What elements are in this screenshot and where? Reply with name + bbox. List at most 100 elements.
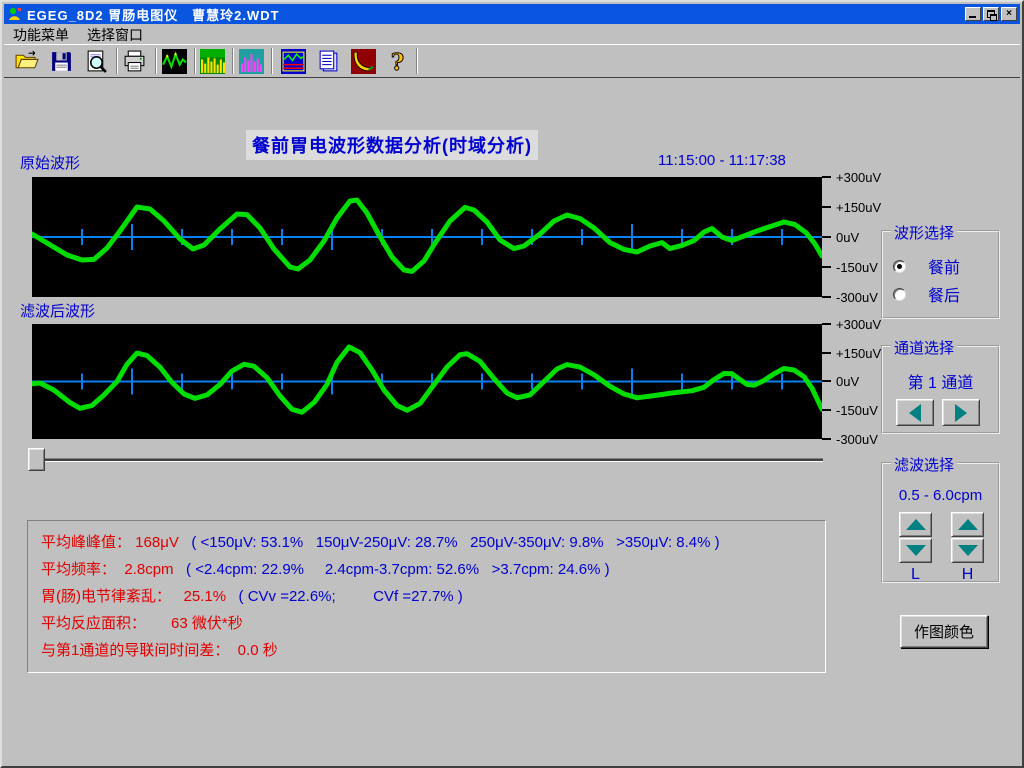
axis-label: -150uV bbox=[822, 260, 878, 274]
spectrum-icon bbox=[239, 49, 264, 74]
report-button[interactable] bbox=[316, 49, 341, 74]
arrow-down-icon bbox=[958, 545, 978, 556]
toolbar-separator bbox=[416, 48, 418, 74]
filtered-wave-panel bbox=[32, 324, 822, 439]
window-title: EGEG_8D2 胃肠电图仪 曹慧玲2.WDT bbox=[27, 5, 280, 24]
trend-table-button[interactable] bbox=[281, 49, 306, 74]
raw-wave-chart bbox=[32, 177, 822, 297]
pre-meal-radio[interactable] bbox=[893, 260, 906, 273]
menu-function[interactable]: 功能菜单 bbox=[4, 24, 78, 46]
filter-low-down-button[interactable] bbox=[899, 538, 932, 563]
axis-label: -150uV bbox=[822, 403, 878, 417]
radio-row-pre-meal[interactable]: 餐前 bbox=[893, 254, 960, 278]
time-scrollbar-track[interactable] bbox=[32, 458, 823, 462]
open-icon bbox=[14, 49, 39, 74]
print-preview-icon bbox=[84, 49, 109, 74]
color-tool-icon bbox=[351, 49, 376, 74]
trend-table-icon bbox=[281, 49, 306, 74]
print-preview-button[interactable] bbox=[84, 49, 109, 74]
toolbar-separator bbox=[155, 48, 157, 74]
axis-label: -300uV bbox=[822, 432, 878, 446]
close-button[interactable]: × bbox=[1001, 7, 1017, 21]
menu-select-window[interactable]: 选择窗口 bbox=[78, 24, 152, 46]
print-button[interactable] bbox=[122, 49, 147, 74]
axis-label: +300uV bbox=[822, 317, 881, 331]
axis-label: -300uV bbox=[822, 290, 878, 304]
open-button[interactable] bbox=[14, 49, 39, 74]
toolbar-separator bbox=[271, 48, 273, 74]
filter-low-up-button[interactable] bbox=[899, 512, 932, 537]
axis-tick bbox=[822, 206, 831, 208]
spectrogram-icon bbox=[200, 49, 225, 74]
restore-icon bbox=[987, 10, 995, 18]
axis-label: 0uV bbox=[822, 374, 859, 388]
wave-select-group: 波形选择 餐前 餐后 bbox=[881, 230, 1000, 319]
channel-select-group: 通道选择 第 1 通道 bbox=[881, 345, 1000, 434]
axis-tick bbox=[822, 323, 831, 325]
previous-channel-button[interactable] bbox=[896, 399, 934, 426]
toolbar-separator bbox=[232, 48, 234, 74]
app-window: EGEG_8D2 胃肠电图仪 曹慧玲2.WDT × 功能菜单 选择窗口 ? 餐前… bbox=[0, 0, 1024, 768]
time-range: 11:15:00 - 11:17:38 bbox=[658, 152, 786, 169]
svg-text:?: ? bbox=[391, 49, 404, 74]
post-meal-label: 餐后 bbox=[928, 282, 960, 306]
filter-high-up-button[interactable] bbox=[951, 512, 984, 537]
filter-range-value: 0.5 - 6.0cpm bbox=[883, 487, 998, 504]
filtered-wave-label: 滤波后波形 bbox=[20, 300, 95, 321]
stat-response-area: 平均反应面积： 63 微伏*秒 bbox=[41, 610, 825, 637]
filter-select-legend: 滤波选择 bbox=[891, 454, 957, 475]
axis-tick bbox=[822, 176, 831, 178]
restore-button[interactable] bbox=[983, 7, 999, 21]
raw-wave-panel bbox=[32, 177, 822, 297]
channel-select-legend: 通道选择 bbox=[891, 337, 957, 358]
axis-label: +300uV bbox=[822, 170, 881, 184]
print-icon bbox=[122, 49, 147, 74]
filter-high-down-button[interactable] bbox=[951, 538, 984, 563]
help-icon: ? bbox=[385, 49, 410, 74]
stat-mean-frequency: 平均频率： 2.8cpm ( <2.4cpm: 22.9% 2.4cpm-3.7… bbox=[41, 556, 825, 583]
app-icon bbox=[7, 6, 23, 22]
color-tool-button[interactable] bbox=[351, 49, 376, 74]
radio-row-post-meal[interactable]: 餐后 bbox=[893, 282, 960, 306]
axis-label: 0uV bbox=[822, 230, 859, 244]
help-button[interactable]: ? bbox=[385, 49, 410, 74]
axis-tick bbox=[822, 352, 831, 354]
save-button[interactable] bbox=[49, 49, 74, 74]
stat-rhythm-disorder: 胃(肠)电节律紊乱： 25.1% ( CVv =22.6%; CVf =27.7… bbox=[41, 583, 825, 610]
toolbar: ? bbox=[4, 44, 1020, 76]
minimize-icon bbox=[969, 16, 976, 18]
plot-color-button[interactable]: 作图颜色 bbox=[900, 615, 988, 648]
axis-label: +150uV bbox=[822, 200, 881, 214]
wave-select-legend: 波形选择 bbox=[891, 222, 957, 243]
minimize-button[interactable] bbox=[965, 7, 981, 21]
axis-tick bbox=[822, 266, 831, 268]
axis-tick bbox=[822, 380, 831, 382]
arrow-up-icon bbox=[958, 519, 978, 530]
toolbar-separator bbox=[194, 48, 196, 74]
next-channel-button[interactable] bbox=[942, 399, 980, 426]
waveform-view-button[interactable] bbox=[162, 49, 187, 74]
stats-panel: 平均峰峰值： 168μV ( <150μV: 53.1% 150μV-250μV… bbox=[27, 520, 826, 673]
filtered-wave-chart bbox=[32, 324, 822, 439]
stat-peak-to-peak: 平均峰峰值： 168μV ( <150μV: 53.1% 150μV-250μV… bbox=[41, 529, 825, 556]
arrow-down-icon bbox=[906, 545, 926, 556]
page-title: 餐前胃电波形数据分析(时域分析) bbox=[246, 130, 538, 160]
time-scrollbar-thumb[interactable] bbox=[28, 448, 45, 471]
toolbar-separator bbox=[116, 48, 118, 74]
waveform-icon bbox=[162, 49, 187, 74]
stat-lead-time-difference: 与第1通道的导联间时间差： 0.0 秒 bbox=[41, 637, 825, 664]
raw-wave-label: 原始波形 bbox=[20, 152, 80, 173]
axis-tick bbox=[822, 409, 831, 411]
post-meal-radio[interactable] bbox=[893, 288, 906, 301]
menubar: 功能菜单 选择窗口 bbox=[4, 25, 1020, 44]
arrow-left-icon bbox=[909, 404, 921, 422]
arrow-right-icon bbox=[955, 404, 967, 422]
report-icon bbox=[316, 49, 341, 74]
axis-tick bbox=[822, 438, 831, 440]
spectrogram-view-button[interactable] bbox=[200, 49, 225, 74]
pre-meal-label: 餐前 bbox=[928, 254, 960, 278]
axis-tick bbox=[822, 296, 831, 298]
axis-label: +150uV bbox=[822, 346, 881, 360]
arrow-up-icon bbox=[906, 519, 926, 530]
spectrum-view-button[interactable] bbox=[239, 49, 264, 74]
